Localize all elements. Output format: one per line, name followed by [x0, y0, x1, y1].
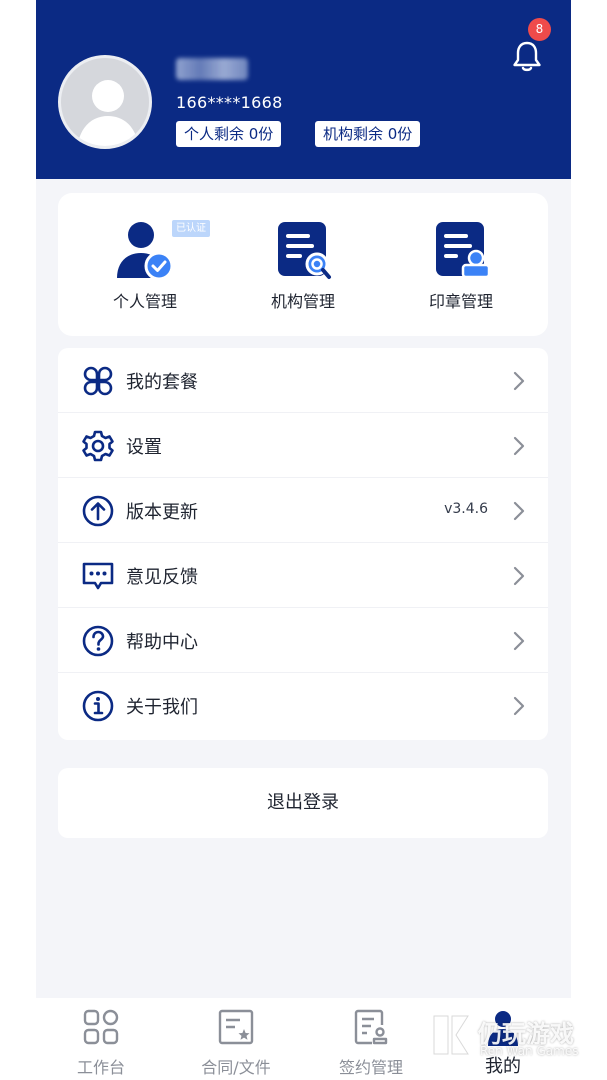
seal-management-label: 印章管理: [428, 292, 493, 311]
menu-label: 关于我们: [126, 697, 198, 718]
seal-management-button[interactable]: 印章管理: [401, 220, 521, 315]
menu-item-settings[interactable]: 设置: [58, 413, 548, 478]
dashboard-grid-icon: [83, 1009, 119, 1045]
version-value: v3.4.6: [444, 501, 488, 517]
bell-icon[interactable]: [509, 38, 545, 74]
menu-item-my-plan[interactable]: 我的套餐: [58, 348, 548, 413]
info-circle-icon: [82, 690, 114, 722]
chevron-right-icon: [513, 566, 525, 586]
chevron-right-icon: [513, 436, 525, 456]
tab-sign-management[interactable]: 签约管理: [316, 1006, 426, 1077]
personal-management-label: 个人管理: [112, 292, 177, 311]
chat-bubble-icon: [82, 562, 114, 590]
contract-file-icon: [218, 1009, 254, 1045]
settings-menu: 我的套餐 设置 版本更新 v3.4.6 意见反馈 帮助中心 关于我们: [58, 348, 548, 740]
logout-button[interactable]: 退出登录: [58, 768, 548, 838]
menu-label: 我的套餐: [126, 372, 198, 393]
tab-label: 签约管理: [338, 1058, 403, 1077]
org-management-label: 机构管理: [270, 292, 335, 311]
app-screen: 166****1668 个人剩余 0份 机构剩余 0份 8 个人管理 已认证 机…: [36, 0, 571, 1080]
watermark-en: Ren Wan Games: [480, 1044, 579, 1058]
verified-badge: 已认证: [172, 220, 210, 237]
watermark-logo-icon: [433, 1015, 469, 1055]
personal-quota-badge: 个人剩余 0份: [176, 121, 282, 147]
chevron-right-icon: [513, 371, 525, 391]
person-check-icon: [117, 222, 174, 281]
chevron-right-icon: [513, 696, 525, 716]
grid-petals-icon: [83, 366, 113, 396]
menu-label: 意见反馈: [126, 567, 198, 588]
avatar[interactable]: [58, 55, 152, 149]
menu-item-help-center[interactable]: 帮助中心: [58, 608, 548, 673]
tab-label: 合同/文件: [201, 1058, 271, 1077]
profile-header: 166****1668 个人剩余 0份 机构剩余 0份 8: [36, 0, 571, 179]
menu-label: 帮助中心: [126, 632, 198, 653]
menu-item-version-update[interactable]: 版本更新 v3.4.6: [58, 478, 548, 543]
phone-number: 166****1668: [176, 93, 283, 112]
chevron-right-icon: [513, 631, 525, 651]
tab-contract-file[interactable]: 合同/文件: [181, 1006, 291, 1077]
menu-item-about-us[interactable]: 关于我们: [58, 673, 548, 738]
org-quota-badge: 机构剩余 0份: [315, 121, 421, 147]
org-management-button[interactable]: 机构管理: [243, 220, 363, 315]
chevron-right-icon: [513, 501, 525, 521]
sign-manage-icon: [354, 1009, 388, 1045]
menu-label: 设置: [126, 437, 162, 458]
menu-label: 版本更新: [126, 502, 198, 523]
username-blurred: [176, 58, 248, 80]
upload-circle-icon: [82, 495, 114, 527]
watermark: 仍玩游戏 Ren Wan Games: [428, 1008, 598, 1068]
tab-workbench[interactable]: 工作台: [46, 1006, 156, 1077]
document-stamp-icon: [436, 222, 491, 279]
gear-icon: [82, 430, 114, 462]
default-avatar-icon: [77, 80, 139, 146]
question-circle-icon: [82, 625, 114, 657]
tab-label: 工作台: [76, 1058, 125, 1077]
management-card: 个人管理 已认证 机构管理 印章管理: [58, 193, 548, 336]
menu-item-feedback[interactable]: 意见反馈: [58, 543, 548, 608]
document-search-icon: [278, 222, 331, 279]
notification-badge: 8: [528, 18, 551, 41]
